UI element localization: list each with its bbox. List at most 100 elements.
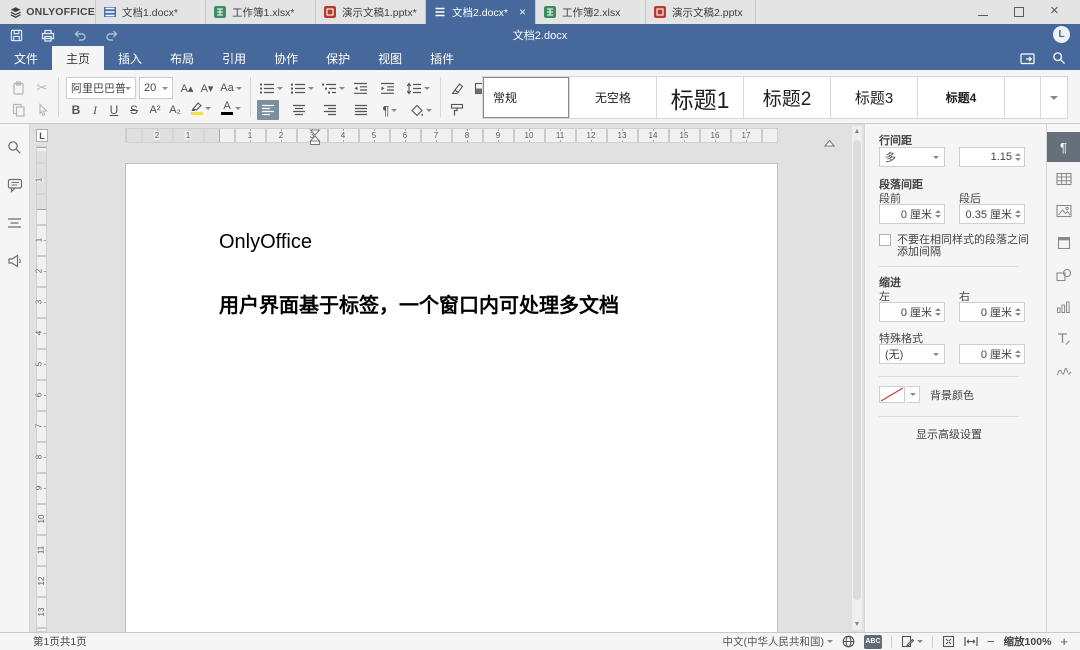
advanced-settings-link[interactable]: 显示高级设置	[865, 426, 1033, 442]
increase-indent-button[interactable]	[377, 78, 397, 98]
font-name-select[interactable]: 阿里巴巴普惠	[66, 77, 136, 99]
line-spacing-value[interactable]: 1.15	[959, 147, 1025, 167]
find-icon[interactable]	[4, 136, 26, 158]
horizontal-ruler[interactable]: 211234567891011121314151617	[125, 128, 778, 143]
align-left-button[interactable]	[257, 100, 279, 120]
align-center-button[interactable]	[288, 100, 310, 120]
increase-font-icon[interactable]: A▴	[178, 78, 196, 98]
subscript-button[interactable]: A₂	[166, 100, 184, 120]
menu-tab-保护[interactable]: 保护	[312, 46, 364, 70]
search-icon[interactable]	[1052, 51, 1066, 65]
right-indent-marker[interactable]	[824, 140, 835, 147]
signature-settings-icon[interactable]	[1047, 356, 1080, 386]
header-footer-settings-icon[interactable]	[1047, 228, 1080, 258]
document-language-icon[interactable]	[842, 635, 855, 648]
paragraph-settings-icon[interactable]: ¶	[1047, 132, 1080, 162]
navigation-icon[interactable]	[4, 212, 26, 234]
line-spacing-button[interactable]	[404, 78, 432, 98]
vertical-ruler[interactable]: 112345678910111213	[36, 146, 47, 632]
styles-gallery-expand-icon[interactable]	[1041, 77, 1067, 118]
italic-button[interactable]: I	[88, 100, 102, 120]
track-changes-icon[interactable]	[901, 635, 923, 648]
indent-right-input[interactable]: 0 厘米	[959, 302, 1025, 322]
minimize-icon[interactable]	[978, 8, 988, 16]
numbered-list-button[interactable]	[288, 78, 315, 98]
scroll-down-icon[interactable]: ▼	[852, 621, 862, 628]
background-color-swatch[interactable]	[879, 386, 905, 403]
undo-icon[interactable]	[73, 29, 87, 41]
zoom-out-button[interactable]: −	[987, 634, 995, 649]
close-tab-icon[interactable]: ×	[518, 5, 527, 19]
strikethrough-button[interactable]: S	[126, 100, 142, 120]
style-preset-1[interactable]: 常规	[483, 77, 570, 118]
fit-page-icon[interactable]	[942, 635, 955, 648]
save-icon[interactable]	[10, 29, 23, 42]
style-preset-5[interactable]: 标题3	[831, 77, 918, 118]
change-case-icon[interactable]: Aa	[218, 78, 244, 98]
decrease-indent-button[interactable]	[350, 78, 370, 98]
menu-tab-文件[interactable]: 文件	[0, 46, 52, 70]
special-format-select[interactable]: (无)	[879, 344, 945, 364]
format-painter-icon[interactable]	[447, 100, 467, 120]
document-tab-6[interactable]: 演示文稿2.pptx	[646, 0, 756, 24]
tab-stop-selector[interactable]: L	[36, 129, 48, 142]
indent-left-input[interactable]: 0 厘米	[879, 302, 945, 322]
spell-check-toggle[interactable]: ABC	[864, 635, 882, 649]
document-tab-1[interactable]: 文档1.docx*	[96, 0, 206, 24]
select-all-icon[interactable]	[32, 100, 52, 120]
shading-button[interactable]	[407, 100, 435, 120]
multilevel-list-button[interactable]	[319, 78, 346, 98]
spacing-after-input[interactable]: 0.35 厘米	[959, 204, 1025, 224]
shape-settings-icon[interactable]	[1047, 260, 1080, 290]
cut-icon[interactable]: ✂	[32, 78, 52, 98]
zoom-in-button[interactable]: +	[1060, 634, 1068, 649]
open-file-location-icon[interactable]	[1020, 52, 1036, 65]
clear-style-icon[interactable]	[447, 78, 467, 98]
background-color-dropdown[interactable]	[907, 386, 920, 403]
menu-tab-视图[interactable]: 视图	[364, 46, 416, 70]
highlight-color-button[interactable]	[188, 98, 214, 118]
text-art-settings-icon[interactable]	[1047, 324, 1080, 354]
paragraph-text-1[interactable]: OnlyOffice	[219, 231, 312, 254]
copy-button[interactable]	[8, 100, 28, 120]
menu-tab-插入[interactable]: 插入	[104, 46, 156, 70]
document-tab-2[interactable]: 工作簿1.xlsx*	[206, 0, 316, 24]
document-tab-4[interactable]: 文档2.docx*×	[426, 0, 536, 24]
document-tab-5[interactable]: 工作簿2.xlsx	[536, 0, 646, 24]
paragraph-text-2[interactable]: 用户界面基于标签，一个窗口内可处理多文档	[219, 289, 619, 318]
print-icon[interactable]	[41, 29, 55, 42]
bullet-list-button[interactable]	[257, 78, 284, 98]
comments-icon[interactable]	[4, 174, 26, 196]
same-style-spacing-checkbox[interactable]	[879, 234, 891, 246]
close-window-icon[interactable]: ×	[1050, 6, 1062, 18]
scrollbar-thumb[interactable]	[853, 140, 861, 600]
menu-tab-主页[interactable]: 主页	[52, 46, 104, 70]
style-preset-2[interactable]: 无空格	[570, 77, 657, 118]
scroll-up-icon[interactable]: ▲	[852, 128, 862, 135]
underline-button[interactable]: U	[106, 100, 122, 120]
language-select[interactable]: 中文(中华人民共和国)	[722, 634, 833, 649]
menu-tab-引用[interactable]: 引用	[208, 46, 260, 70]
style-preset-6[interactable]: 标题4	[918, 77, 1005, 118]
font-color-button[interactable]: A	[218, 98, 244, 118]
font-size-select[interactable]: 20	[139, 77, 173, 99]
maximize-icon[interactable]	[1014, 7, 1024, 17]
menu-tab-协作[interactable]: 协作	[260, 46, 312, 70]
decrease-font-icon[interactable]: A▾	[198, 78, 216, 98]
style-preset-3[interactable]: 标题1	[657, 77, 744, 118]
style-preset-4[interactable]: 标题2	[744, 77, 831, 118]
line-spacing-select[interactable]: 多	[879, 147, 945, 167]
menu-tab-插件[interactable]: 插件	[416, 46, 468, 70]
redo-icon[interactable]	[105, 29, 119, 41]
bold-button[interactable]: B	[68, 100, 84, 120]
align-right-button[interactable]	[319, 100, 341, 120]
table-settings-icon[interactable]	[1047, 164, 1080, 194]
indent-markers[interactable]	[309, 129, 321, 146]
feedback-icon[interactable]	[4, 250, 26, 272]
spacing-before-input[interactable]: 0 厘米	[879, 204, 945, 224]
chart-settings-icon[interactable]	[1047, 292, 1080, 322]
fit-width-icon[interactable]	[964, 636, 978, 647]
nonprinting-chars-button[interactable]: ¶	[377, 100, 403, 120]
vertical-scrollbar[interactable]: ▲ ▼	[852, 126, 862, 630]
paste-button[interactable]	[8, 78, 28, 98]
